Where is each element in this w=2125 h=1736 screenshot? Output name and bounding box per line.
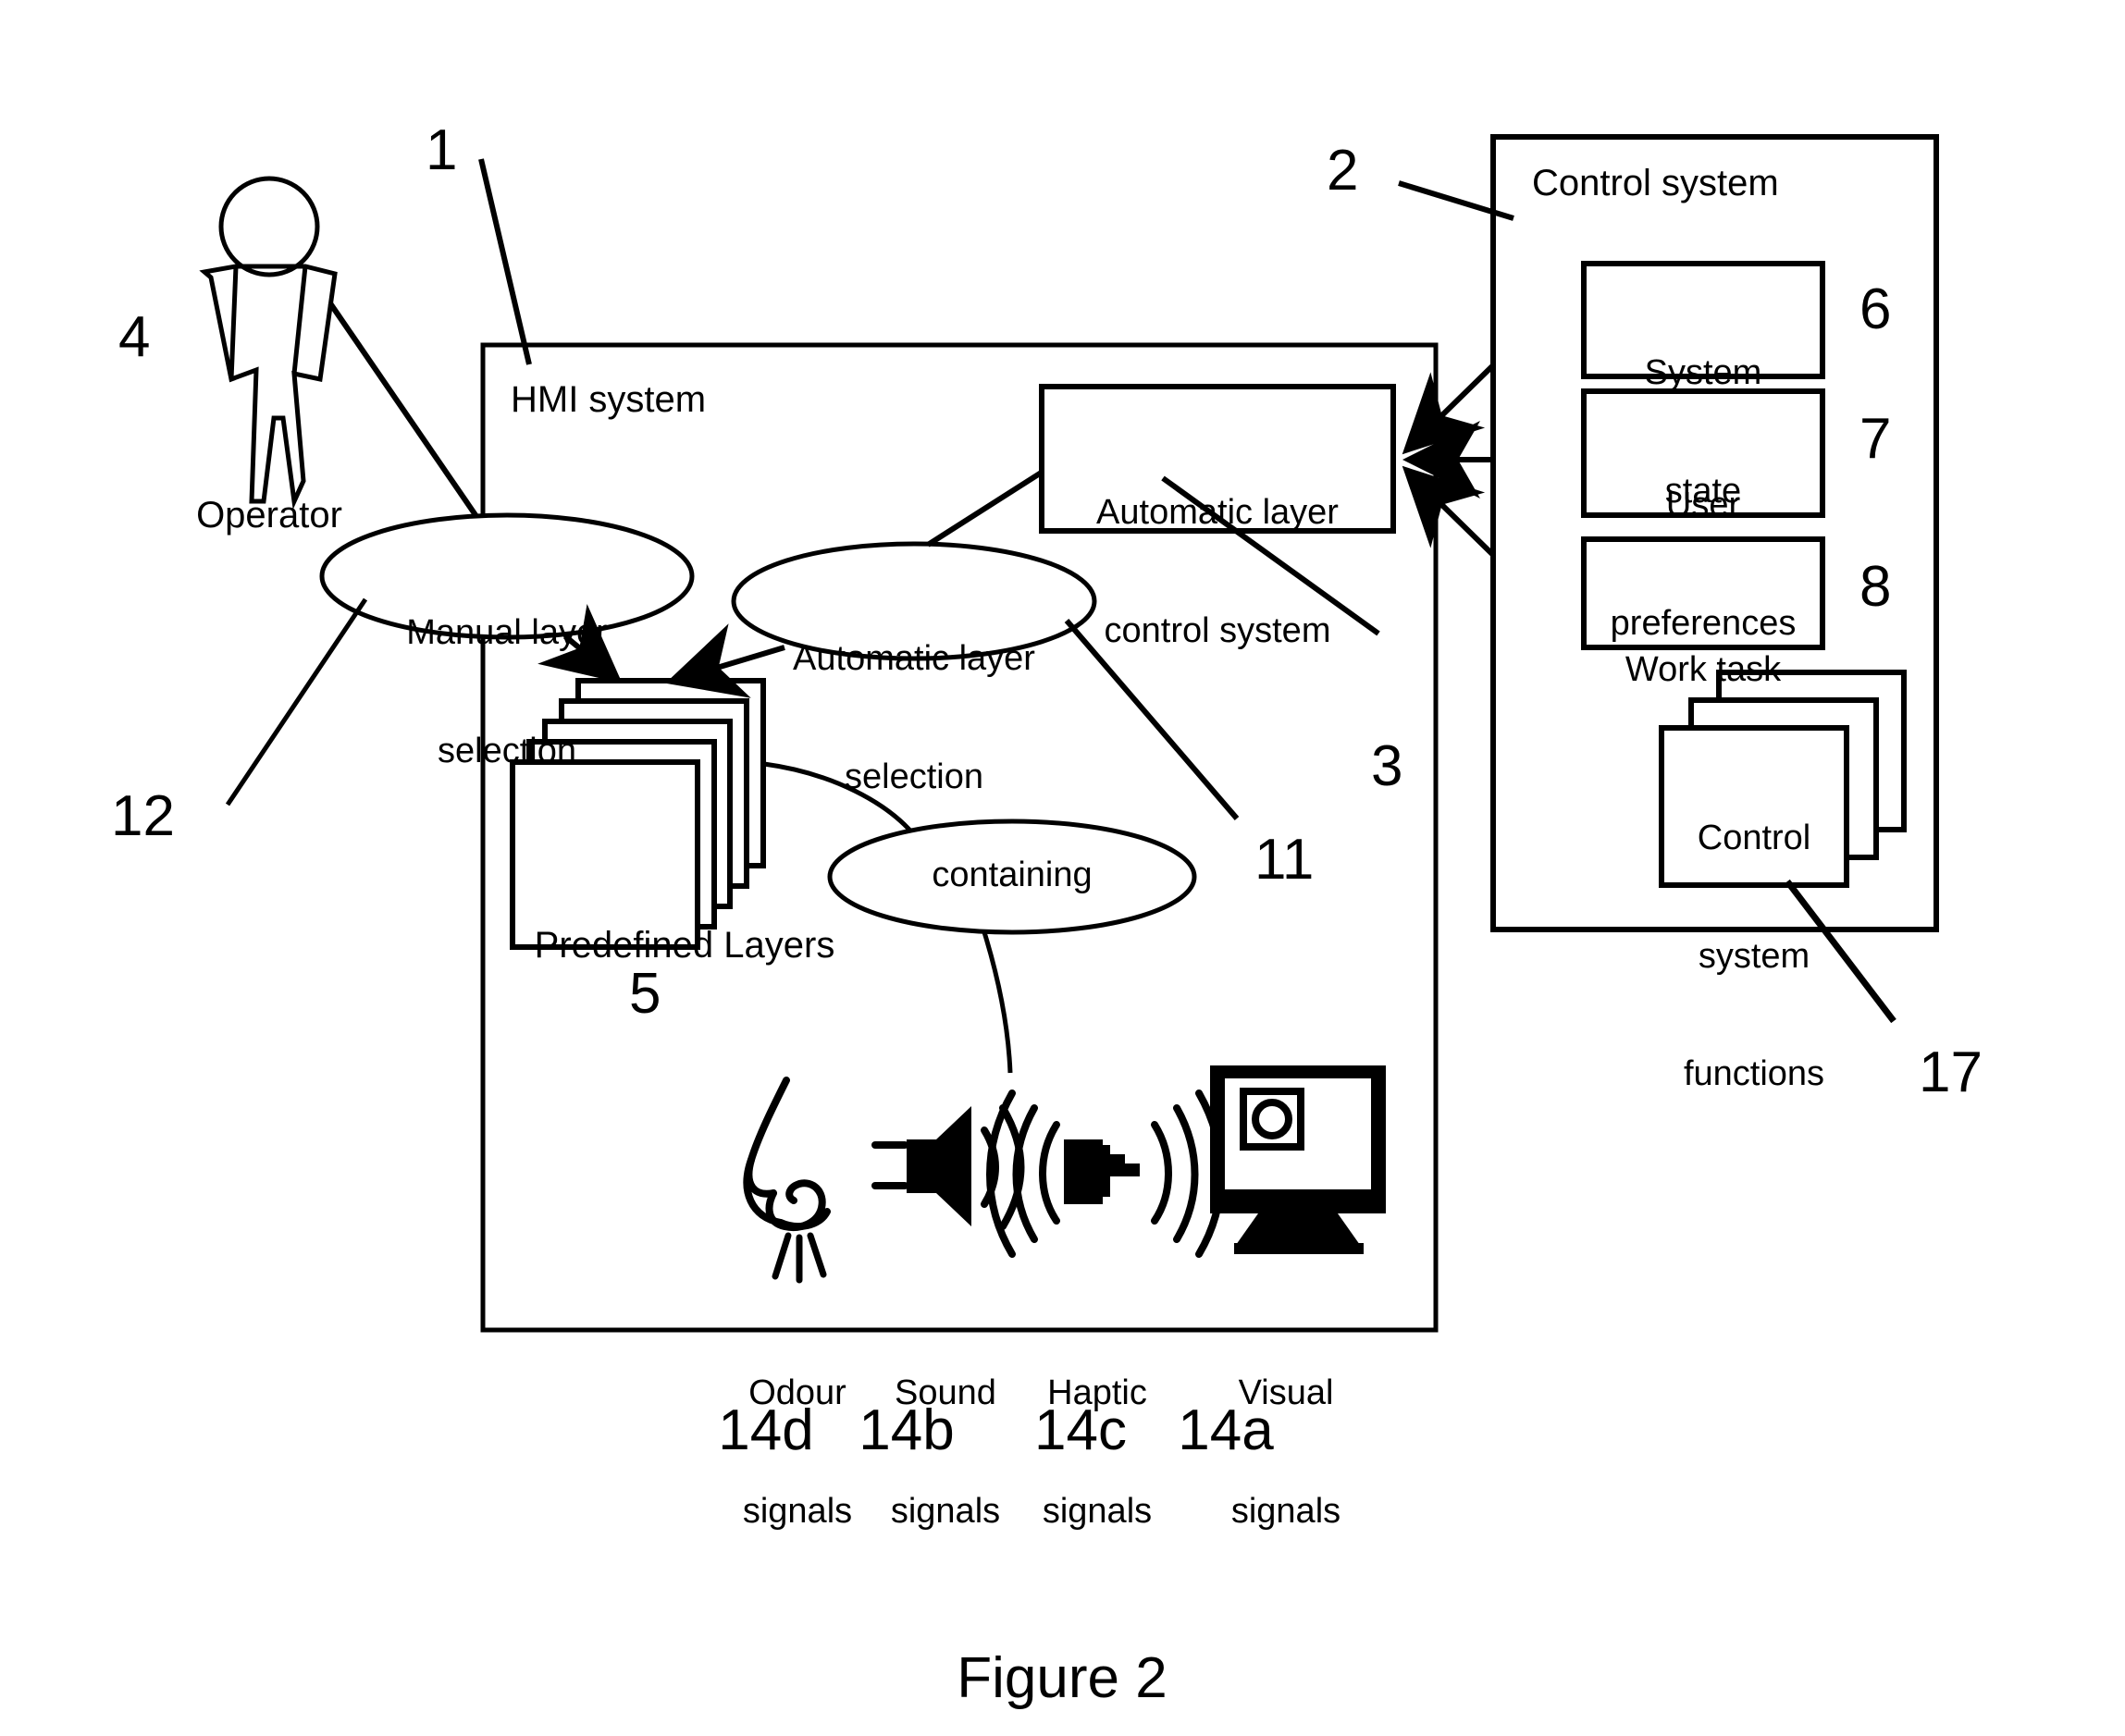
ref-number-14a: 14a (1178, 1398, 1274, 1462)
ref-number-3: 3 (1371, 734, 1403, 798)
manual-layer-selection-line2: selection (438, 731, 576, 770)
work-task-label: Work task (1588, 572, 1819, 769)
leader-line-1 (478, 158, 532, 365)
operator-label: Operator (196, 495, 342, 536)
ref-number-14c: 14c (1034, 1398, 1127, 1462)
manual-layer-selection-label: Manual layer selection (340, 535, 673, 849)
ref-number-12: 12 (111, 784, 175, 848)
control-system-functions-line2: system (1698, 936, 1810, 976)
hmi-system-title: HMI system (511, 379, 707, 420)
automatic-layer-control-system-line2: control system (1104, 610, 1331, 650)
ref-number-17: 17 (1919, 1040, 1983, 1104)
control-system-functions-line3: functions (1683, 1054, 1825, 1094)
visual-signals-line2: signals (1230, 1491, 1341, 1531)
system-state-line1: System (1644, 353, 1762, 393)
link-autoselection-to-autocontrol (926, 469, 1044, 548)
control-system-title: Control system (1532, 163, 1779, 203)
automatic-layer-control-system-line1: Automatic layer (1096, 493, 1339, 533)
work-task-line1: Work task (1625, 650, 1782, 690)
haptic-signals-line2: signals (1042, 1491, 1153, 1531)
monitor-icon (1210, 1065, 1386, 1254)
ref-number-4: 4 (118, 305, 151, 369)
control-system-functions-line1: Control (1697, 819, 1811, 858)
automatic-layer-control-system-label: Automatic layer control system (1045, 414, 1390, 729)
haptic-hand-icon (986, 1090, 1225, 1258)
figure-canvas: 1 2 4 12 3 11 17 5 HMI system Control sy… (0, 0, 2125, 1736)
speaker-icon (871, 1104, 1025, 1230)
containing-label: containing (932, 856, 1093, 894)
ref-number-8: 8 (1859, 555, 1892, 619)
ref-number-6: 6 (1859, 277, 1892, 341)
automatic-layer-selection-label: Automatic layer selection (743, 560, 1085, 875)
figure-caption: Figure 2 (957, 1646, 1168, 1710)
ref-number-11: 11 (1254, 828, 1315, 892)
link-containing-to-signals (982, 931, 1013, 1074)
ref-number-5: 5 (629, 962, 661, 1026)
control-to-hmi-links (1402, 363, 1496, 558)
predefined-layers-label: Predefined Layers (534, 925, 835, 966)
nose-icon (743, 1077, 831, 1231)
ref-number-14b: 14b (859, 1398, 955, 1462)
link-operator-to-manual (327, 302, 487, 529)
user-preferences-line1: User (1665, 486, 1741, 525)
operator-icon (199, 176, 338, 510)
ref-number-2: 2 (1327, 139, 1359, 203)
ref-number-7: 7 (1859, 407, 1892, 471)
automatic-layer-selection-line1: Automatic layer (793, 639, 1035, 679)
nose-breath-lines (772, 1232, 827, 1284)
ref-number-1: 1 (426, 118, 458, 182)
ref-number-14d: 14d (718, 1398, 814, 1462)
leader-line-2 (1398, 180, 1514, 221)
control-system-functions-label: Control system functions (1652, 740, 1856, 1173)
automatic-layer-selection-line2: selection (845, 757, 983, 796)
manual-layer-selection-line1: Manual layer (406, 613, 608, 653)
